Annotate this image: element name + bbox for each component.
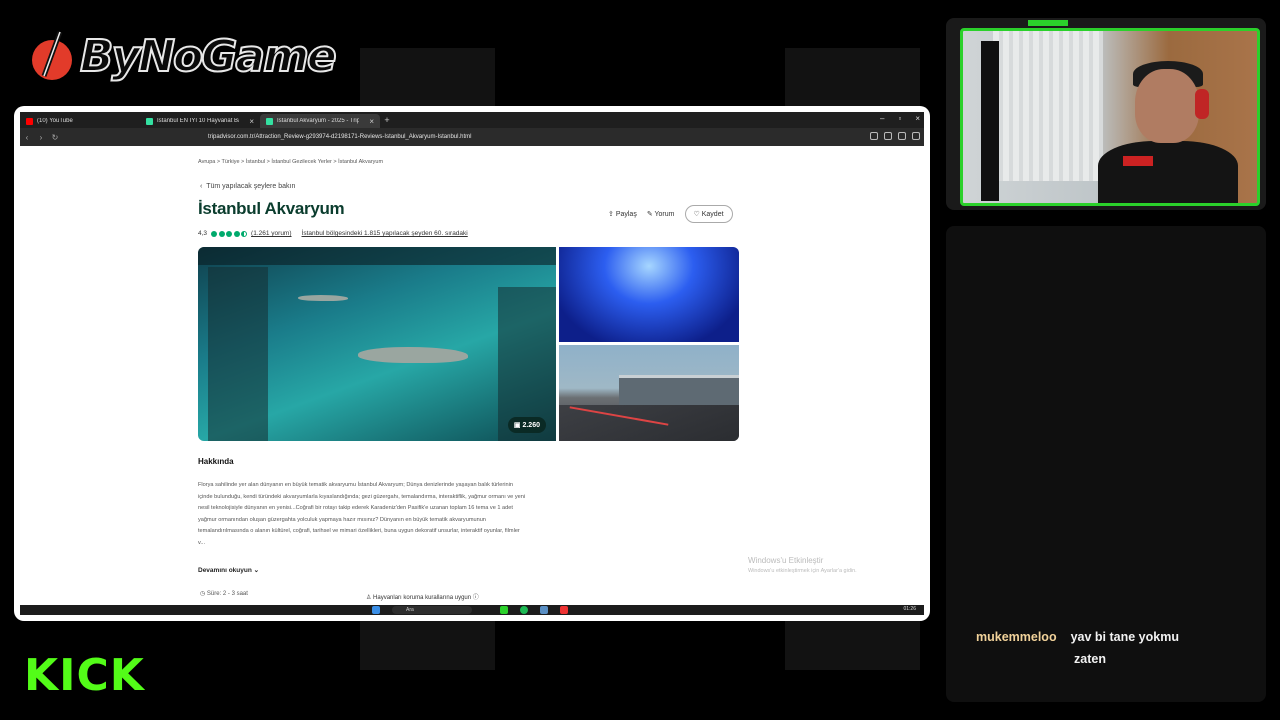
rating-bubbles xyxy=(211,230,248,237)
webcam-corner-tag xyxy=(1028,20,1068,26)
rating-bubble-half-icon xyxy=(241,230,248,237)
tab-zoo-list[interactable]: İstanbul EN İYİ 10 Hayvanat Bahç × xyxy=(140,114,260,128)
webcam-feed xyxy=(960,28,1260,206)
about-heading: Hakkında xyxy=(198,457,234,466)
tab-istanbul-akvaryum[interactable]: İstanbul Akvaryum - 2025 - Tripa × xyxy=(260,114,380,128)
tab-label: İstanbul EN İYİ 10 Hayvanat Bahç xyxy=(157,118,239,124)
forward-arrow-icon[interactable]: › xyxy=(34,133,48,142)
steam-icon[interactable] xyxy=(540,606,548,614)
review-label: Yorum xyxy=(654,211,675,218)
youtube-icon xyxy=(26,117,33,125)
breadcrumb[interactable]: Avrupa > Türkiye > İstanbul > İstanbul G… xyxy=(198,159,383,165)
windows-taskbar: Ara 01:26 xyxy=(20,605,924,615)
duration-label: Süre: 2 - 3 saat xyxy=(206,591,248,597)
ranking-link[interactable]: İstanbul bölgesindeki 1.815 yapılacak şe… xyxy=(302,230,468,237)
toolbar-icons xyxy=(870,132,920,140)
back-arrow-icon[interactable]: ‹ xyxy=(20,133,34,142)
chat-message-text-continued: zaten xyxy=(1074,652,1106,666)
back-link-label: Tüm yapılacak şeylere bakın xyxy=(206,183,296,190)
close-window-icon[interactable]: × xyxy=(915,114,920,123)
url-field[interactable]: tripadvisor.com.tr/Attraction_Review-g29… xyxy=(196,131,726,143)
rating-value: 4,3 xyxy=(198,230,208,237)
aquarium-exterior-photo[interactable] xyxy=(559,345,739,441)
about-text: Florya sahilinde yer alan dünyanın en bü… xyxy=(198,482,526,546)
sidebar-icon[interactable] xyxy=(884,132,892,140)
files-icon[interactable] xyxy=(500,606,508,614)
save-button[interactable]: ♡ Kaydet xyxy=(684,205,733,223)
reviews-link[interactable]: (1.261 yorum) xyxy=(251,230,291,237)
logo-mark-icon xyxy=(30,30,74,82)
rating-bubble-icon xyxy=(226,230,233,237)
taskbar-search-label: Ara xyxy=(406,607,414,613)
maximize-icon[interactable]: ▫ xyxy=(898,114,901,123)
rating-row: 4,3 (1.261 yorum) İstanbul bölgesindeki … xyxy=(198,230,468,237)
tab-youtube[interactable]: (10) YouTube xyxy=(20,114,140,128)
tripadvisor-page: Avrupa > Türkiye > İstanbul > İstanbul G… xyxy=(20,146,924,605)
taskbar-search[interactable]: Ara xyxy=(392,606,472,614)
new-tab-button[interactable]: + xyxy=(380,115,394,125)
bookmarks-icon[interactable] xyxy=(898,132,906,140)
browser-app-icon[interactable] xyxy=(560,606,568,614)
chat-username[interactable]: mukemmeloo xyxy=(976,630,1057,644)
rating-bubble-icon xyxy=(211,230,218,237)
chat-message: mukemmeloo yav bi tane yokmu xyxy=(976,630,1179,644)
rating-bubble-icon xyxy=(233,230,240,237)
tripadvisor-icon xyxy=(266,117,273,125)
read-more-link[interactable]: Devamını okuyun ⌄ xyxy=(198,566,259,574)
action-buttons: ⇪ Paylaş ✎ Yorum ♡ Kaydet xyxy=(608,205,733,223)
review-button[interactable]: ✎ Yorum xyxy=(647,210,675,218)
close-tab-icon[interactable]: × xyxy=(249,117,254,126)
windows-start-icon[interactable] xyxy=(372,606,380,614)
save-label: Kaydet xyxy=(701,211,724,218)
url-text: tripadvisor.com.tr/Attraction_Review-g29… xyxy=(208,134,472,140)
page-title: İstanbul Akvaryum xyxy=(198,199,345,218)
spotify-icon[interactable] xyxy=(520,606,528,614)
share-button[interactable]: ⇪ Paylaş xyxy=(608,210,637,218)
photo-count-value: 2.260 xyxy=(522,422,540,429)
webcam-panel xyxy=(946,18,1266,210)
browser-window: (10) YouTube İstanbul EN İYİ 10 Hayvanat… xyxy=(14,106,930,621)
extension-icon[interactable] xyxy=(870,132,878,140)
reload-icon[interactable]: ↻ xyxy=(48,133,62,142)
photo-count-badge[interactable]: ▣ 2.260 xyxy=(507,417,546,433)
tab-label: İstanbul Akvaryum - 2025 - Tripa xyxy=(277,118,359,124)
bynogame-logo: ByNoGame xyxy=(30,24,338,88)
photo-gallery: ▣ 2.260 xyxy=(198,247,739,441)
read-more-label: Devamını okuyun xyxy=(198,567,252,574)
duration-info: ◷ Süre: 2 - 3 saat xyxy=(200,591,248,597)
windows-activation-subtitle: Windows'u etkinleştirmek için Ayarlar'a … xyxy=(748,568,857,574)
logo-text: ByNoGame xyxy=(79,30,338,83)
animal-welfare-label: Hayvanları koruma kurallarına uygun xyxy=(373,595,472,601)
window-controls: – ▫ × xyxy=(880,114,920,123)
windows-activation-title: Windows'u Etkinleştir xyxy=(748,556,824,565)
tab-bar: (10) YouTube İstanbul EN İYİ 10 Hayvanat… xyxy=(20,112,924,128)
aquarium-interior-photo[interactable] xyxy=(559,247,739,342)
back-link[interactable]: ‹ Tüm yapılacak şeylere bakın xyxy=(200,183,295,190)
taskbar-clock: 01:26 xyxy=(903,606,916,612)
share-label: Paylaş xyxy=(615,211,637,218)
tripadvisor-icon xyxy=(146,117,153,125)
chat-message-text: yav bi tane yokmu xyxy=(1070,630,1179,644)
menu-icon[interactable] xyxy=(912,132,920,140)
kick-logo: KICK xyxy=(24,650,145,701)
rating-bubble-icon xyxy=(218,230,225,237)
minimize-icon[interactable]: – xyxy=(880,114,884,123)
close-tab-icon[interactable]: × xyxy=(369,117,374,126)
address-bar-row: ‹ › ↻ tripadvisor.com.tr/Attraction_Revi… xyxy=(20,128,924,146)
aquarium-shark-photo[interactable]: ▣ 2.260 xyxy=(198,247,556,441)
tab-label: (10) YouTube xyxy=(37,118,73,124)
animal-welfare-link[interactable]: ♙ Hayvanları koruma kurallarına uygun ⓘ xyxy=(366,592,479,601)
